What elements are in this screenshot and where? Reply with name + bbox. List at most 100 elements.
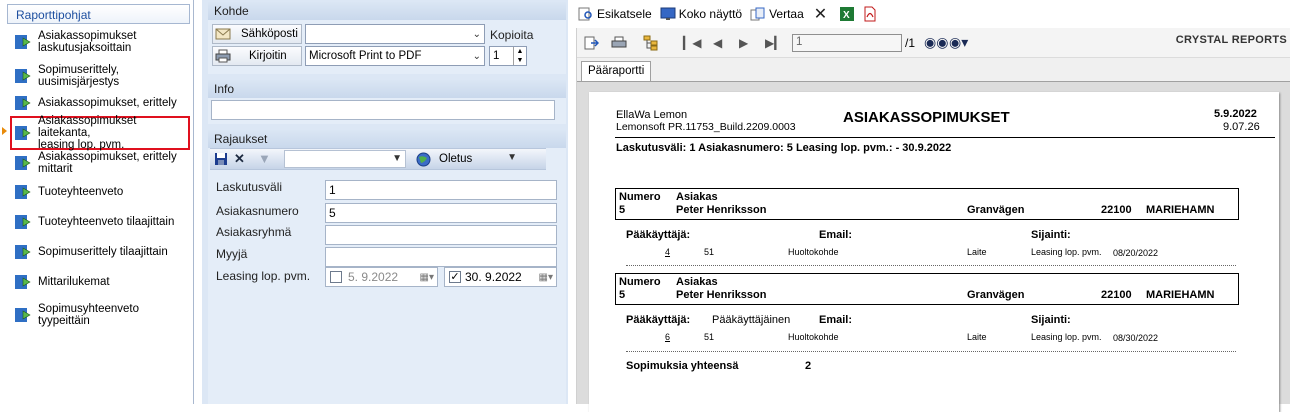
report-item-laitekanta[interactable]: Asiakassopimukset laitekanta, leasing lop… xyxy=(10,115,190,151)
contract-link[interactable]: 6 xyxy=(665,332,670,342)
email-combo[interactable]: ⌄ xyxy=(305,24,485,44)
date-from-picker[interactable]: 5. 9.2022 ▦▾ xyxy=(325,267,438,287)
selected-arrow-icon xyxy=(2,127,7,135)
email-button[interactable]: Sähköposti xyxy=(212,24,302,44)
row-date: 08/20/2022 xyxy=(1113,248,1159,258)
asiakasnumero-input[interactable]: 5 xyxy=(325,203,557,223)
laskutusvali-label: Laskutusväli xyxy=(216,180,283,194)
report-item-tuoteyhteenveto-tilaajittain[interactable]: Tuoteyhteenveto tilaajittain xyxy=(14,213,192,231)
report-item-label: Sopimuserittely tilaajittain xyxy=(38,246,168,258)
report-icon xyxy=(15,69,31,83)
excel-icon[interactable]: X xyxy=(839,6,855,22)
report-icon xyxy=(15,185,31,199)
preset-combo[interactable]: Oletus ▼ xyxy=(436,150,520,168)
document-area: EllaWa Lemon Lemonsoft PR.11753_Build.22… xyxy=(577,81,1290,412)
chevron-down-icon: ⌄ xyxy=(472,51,481,62)
filter-toolbar: ✕ ▼ ▼ Oletus ▼ xyxy=(210,148,546,170)
crystal-viewer: ▎◀ ◀ ▶ ▶▎ 1 /1 ◉◉ ◉▾ CRYSTAL REPORTS Pää… xyxy=(576,28,1290,412)
kohde-title: Kohde xyxy=(208,2,566,20)
asiakasryhma-input[interactable] xyxy=(325,225,557,245)
zoom-icon[interactable]: ◉▾ xyxy=(949,34,968,51)
report-item-label: Asiakassopimukset, erittely xyxy=(38,97,177,109)
print-icon[interactable] xyxy=(611,35,627,51)
myyja-input[interactable] xyxy=(325,247,557,267)
crystal-reports-logo: CRYSTAL REPORTS xyxy=(1175,34,1287,46)
filter-combo[interactable]: ▼ xyxy=(284,150,406,168)
report-title: ASIAKASSOPIMUKSET xyxy=(843,109,1010,126)
leasing-label: Leasing lop. pvm. xyxy=(216,269,311,283)
dropdown-arrow-icon: ▼ xyxy=(507,152,517,163)
total-label: Sopimuksia yhteensä xyxy=(626,360,739,372)
calendar-icon[interactable]: ▦▾ xyxy=(539,272,553,283)
copies-label: Kopioita xyxy=(490,28,534,42)
tab-main-report[interactable]: Pääraportti xyxy=(581,61,652,81)
row-leasing-label: Leasing lop. pvm. xyxy=(1031,332,1102,342)
info-input[interactable] xyxy=(211,100,555,120)
report-item-label: Sopimusyhteenveto tyypeittäin xyxy=(38,303,140,327)
globe-icon[interactable] xyxy=(416,152,431,167)
next-page-icon[interactable]: ▶ xyxy=(739,36,748,50)
date-from-checkbox[interactable] xyxy=(330,271,342,283)
export-icon[interactable] xyxy=(583,35,599,51)
divider xyxy=(615,137,1275,138)
monitor-icon xyxy=(660,7,676,20)
close-icon[interactable]: ✕ xyxy=(814,4,827,24)
dropdown-arrow-icon: ▼ xyxy=(392,153,402,164)
contract-link[interactable]: 4 xyxy=(665,247,670,257)
report-item-erittely[interactable]: Asiakassopimukset, erittely xyxy=(14,94,192,112)
report-item-sopimuserittely-tilaajittain[interactable]: Sopimuserittely tilaajittain xyxy=(14,243,192,261)
laskutusvali-input[interactable]: 1 xyxy=(325,180,557,200)
page-total: /1 xyxy=(905,36,916,50)
group-tree-icon[interactable] xyxy=(643,35,659,51)
row-laite: Laite xyxy=(967,332,987,342)
printer-combo[interactable]: Microsoft Print to PDF ⌄ xyxy=(305,46,485,66)
hdr-paakayttaja: Pääkäyttäjä: xyxy=(626,314,691,326)
asiakasnumero-label: Asiakasnumero xyxy=(216,204,299,218)
report-template-panel: Raporttipohjat Asiakassopimukset laskutus… xyxy=(0,0,194,404)
divider xyxy=(626,265,1236,266)
customer-name: Peter Henriksson xyxy=(676,289,767,301)
report-item-label: Sopimuserittely, uusimisjärjestys xyxy=(38,64,120,88)
last-page-icon[interactable]: ▶▎ xyxy=(765,36,783,50)
date-to-picker[interactable]: ✓ 30. 9.2022 ▦▾ xyxy=(444,267,557,287)
hdr-numero: Numero xyxy=(619,276,661,288)
report-page: EllaWa Lemon Lemonsoft PR.11753_Build.22… xyxy=(589,92,1279,412)
row-kohde: Huoltokohde xyxy=(788,332,839,342)
filter-icon[interactable]: ▼ xyxy=(258,151,271,166)
customer-name: Peter Henriksson xyxy=(676,204,767,216)
report-item-label: Asiakassopimukset xyxy=(38,30,137,42)
report-item-tuoteyhteenveto[interactable]: Tuoteyhteenveto xyxy=(14,183,192,201)
report-item-laskutusjaksoittain[interactable]: Asiakassopimukset laskutusjaksoittain xyxy=(14,30,192,54)
prev-page-icon[interactable]: ◀ xyxy=(713,36,722,50)
report-icon xyxy=(15,96,31,110)
copies-stepper[interactable]: 1 ▲ ▼ xyxy=(489,46,527,66)
report-icon xyxy=(15,215,31,229)
report-item-sopimusyhteenveto[interactable]: Sopimusyhteenveto tyypeittäin xyxy=(14,303,192,327)
row-id: 51 xyxy=(704,247,715,257)
compare-button[interactable]: Vertaa xyxy=(750,7,804,21)
report-item-label: Asiakassopimukset, erittely xyxy=(38,151,177,163)
stepper-arrows-icon[interactable]: ▲ ▼ xyxy=(513,47,526,65)
magnifier-icon xyxy=(578,7,592,21)
pdf-icon[interactable] xyxy=(863,6,877,22)
delete-icon[interactable]: ✕ xyxy=(234,151,245,167)
date-to-checkbox[interactable]: ✓ xyxy=(449,271,461,283)
crystal-toolbar: ▎◀ ◀ ▶ ▶▎ 1 /1 ◉◉ ◉▾ CRYSTAL REPORTS xyxy=(577,28,1290,58)
page-number-input[interactable]: 1 xyxy=(792,34,902,52)
rajaukset-group: Rajaukset ✕ ▼ ▼ Oletus ▼ Laskutusväli 1 … xyxy=(208,130,566,404)
fullscreen-button[interactable]: Koko näyttö xyxy=(660,7,742,21)
report-templates-header: Raporttipohjat xyxy=(7,4,190,24)
report-item-mittarit[interactable]: Asiakassopimukset, erittely mittarit xyxy=(14,151,192,175)
report-item-uusimisjarjestys[interactable]: Sopimuserittely, uusimisjärjestys xyxy=(14,64,192,88)
printer-button[interactable]: Kirjoitin xyxy=(212,46,302,66)
report-item-label: Tuoteyhteenveto tilaajittain xyxy=(38,216,175,228)
report-criteria: Laskutusväli: 1 Asiakasnumero: 5 Leasing… xyxy=(616,142,952,154)
calendar-icon[interactable]: ▦▾ xyxy=(420,272,434,283)
divider xyxy=(626,351,1236,352)
envelope-icon xyxy=(215,28,231,40)
save-icon[interactable] xyxy=(214,152,228,166)
report-item-mittarilukemat[interactable]: Mittarilukemat xyxy=(14,273,192,291)
first-page-icon[interactable]: ▎◀ xyxy=(683,36,701,50)
preview-button[interactable]: Esikatsele xyxy=(578,7,652,21)
binoculars-icon[interactable]: ◉◉ xyxy=(924,34,948,51)
